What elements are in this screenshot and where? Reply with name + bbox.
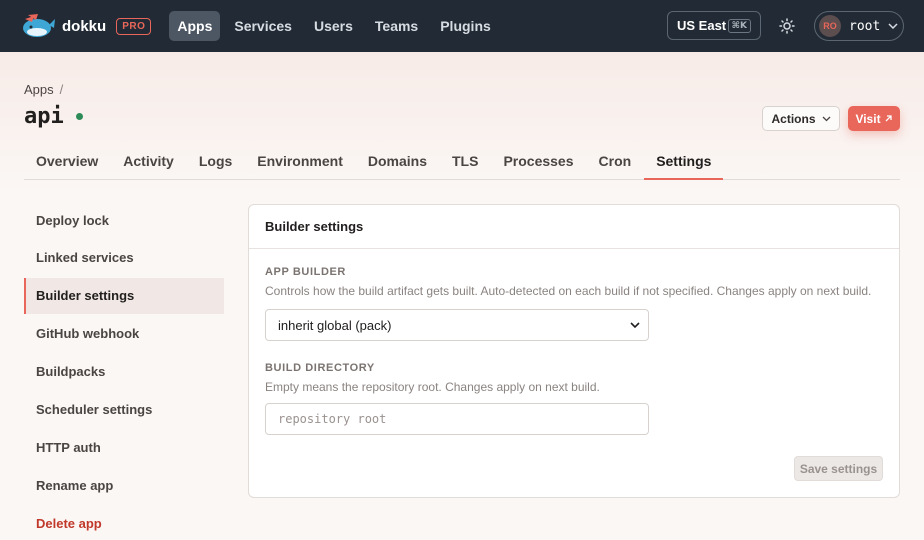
nav-item-plugins[interactable]: Plugins: [432, 11, 499, 41]
sun-icon: [779, 18, 795, 34]
builder-settings-card: Builder settings APP BUILDER Controls ho…: [248, 204, 900, 498]
breadcrumb: Apps /: [24, 82, 63, 97]
whale-logo-icon: [23, 14, 55, 37]
nav-item-apps[interactable]: Apps: [169, 11, 221, 41]
tab-cron[interactable]: Cron: [587, 143, 644, 180]
actions-label: Actions: [771, 111, 816, 126]
avatar: RO: [819, 15, 841, 37]
app-builder-select[interactable]: inherit global (pack): [265, 309, 649, 341]
brand-name: dokku: [62, 17, 107, 35]
tab-overview[interactable]: Overview: [24, 143, 110, 180]
save-settings-button[interactable]: Save settings: [794, 456, 883, 481]
tab-environment[interactable]: Environment: [245, 143, 355, 180]
region-shortcut: ⌘K: [727, 18, 751, 33]
breadcrumb-apps-link[interactable]: Apps: [24, 82, 54, 97]
theme-toggle-button[interactable]: [777, 16, 797, 36]
sidebar-item-github-webhook[interactable]: GitHub webhook: [24, 316, 224, 352]
brand-logo-link[interactable]: dokku PRO: [20, 13, 152, 39]
app-tabs: Overview Activity Logs Environment Domai…: [24, 143, 900, 180]
sidebar-item-rename-app[interactable]: Rename app: [24, 467, 224, 503]
nav-item-services[interactable]: Services: [226, 11, 300, 41]
visit-label: Visit: [855, 111, 881, 126]
sidebar-item-scheduler-settings[interactable]: Scheduler settings: [24, 391, 224, 427]
user-menu-button[interactable]: RO root: [814, 11, 904, 41]
sidebar-item-delete-app[interactable]: Delete app: [24, 505, 224, 540]
nav-item-users[interactable]: Users: [306, 11, 361, 41]
visit-button[interactable]: Visit: [848, 106, 900, 131]
tab-tls[interactable]: TLS: [440, 143, 490, 180]
build-directory-input[interactable]: [265, 403, 649, 435]
tab-domains[interactable]: Domains: [356, 143, 439, 180]
sidebar-item-http-auth[interactable]: HTTP auth: [24, 429, 224, 465]
chevron-down-icon: [888, 23, 898, 29]
sidebar-item-builder-settings[interactable]: Builder settings: [24, 277, 224, 314]
page-title: api: [24, 104, 83, 129]
settings-sidebar: Deploy lock Linked services Builder sett…: [24, 202, 224, 540]
main-nav: Apps Services Users Teams Plugins: [169, 11, 498, 41]
nav-item-teams[interactable]: Teams: [367, 11, 426, 41]
card-title: Builder settings: [249, 205, 899, 249]
pro-badge: PRO: [116, 17, 152, 35]
sidebar-item-deploy-lock[interactable]: Deploy lock: [24, 202, 224, 238]
user-name: root: [849, 18, 881, 34]
breadcrumb-separator: /: [59, 82, 64, 97]
tab-settings[interactable]: Settings: [644, 143, 724, 180]
build-directory-help: Empty means the repository root. Changes…: [265, 380, 600, 394]
app-builder-selected-value: inherit global (pack): [278, 317, 392, 333]
status-indicator: [75, 113, 83, 120]
actions-dropdown-button[interactable]: Actions: [762, 106, 840, 131]
top-navbar: dokku PRO Apps Services Users Teams Plug…: [0, 0, 924, 52]
app-builder-label: APP BUILDER: [265, 266, 346, 278]
app-name: api: [24, 104, 64, 129]
app-builder-help: Controls how the build artifact gets bui…: [265, 284, 872, 298]
tab-activity[interactable]: Activity: [111, 143, 186, 180]
region-label: US East: [677, 18, 727, 33]
region-switcher[interactable]: US East ⌘K: [667, 11, 761, 40]
tab-processes[interactable]: Processes: [491, 143, 585, 180]
external-link-icon: [885, 115, 892, 122]
chevron-down-icon: [630, 322, 640, 328]
sidebar-item-buildpacks[interactable]: Buildpacks: [24, 354, 224, 390]
chevron-down-icon: [822, 116, 830, 121]
tab-logs[interactable]: Logs: [187, 143, 244, 180]
build-directory-label: BUILD DIRECTORY: [265, 362, 375, 374]
sidebar-item-linked-services[interactable]: Linked services: [24, 240, 224, 276]
